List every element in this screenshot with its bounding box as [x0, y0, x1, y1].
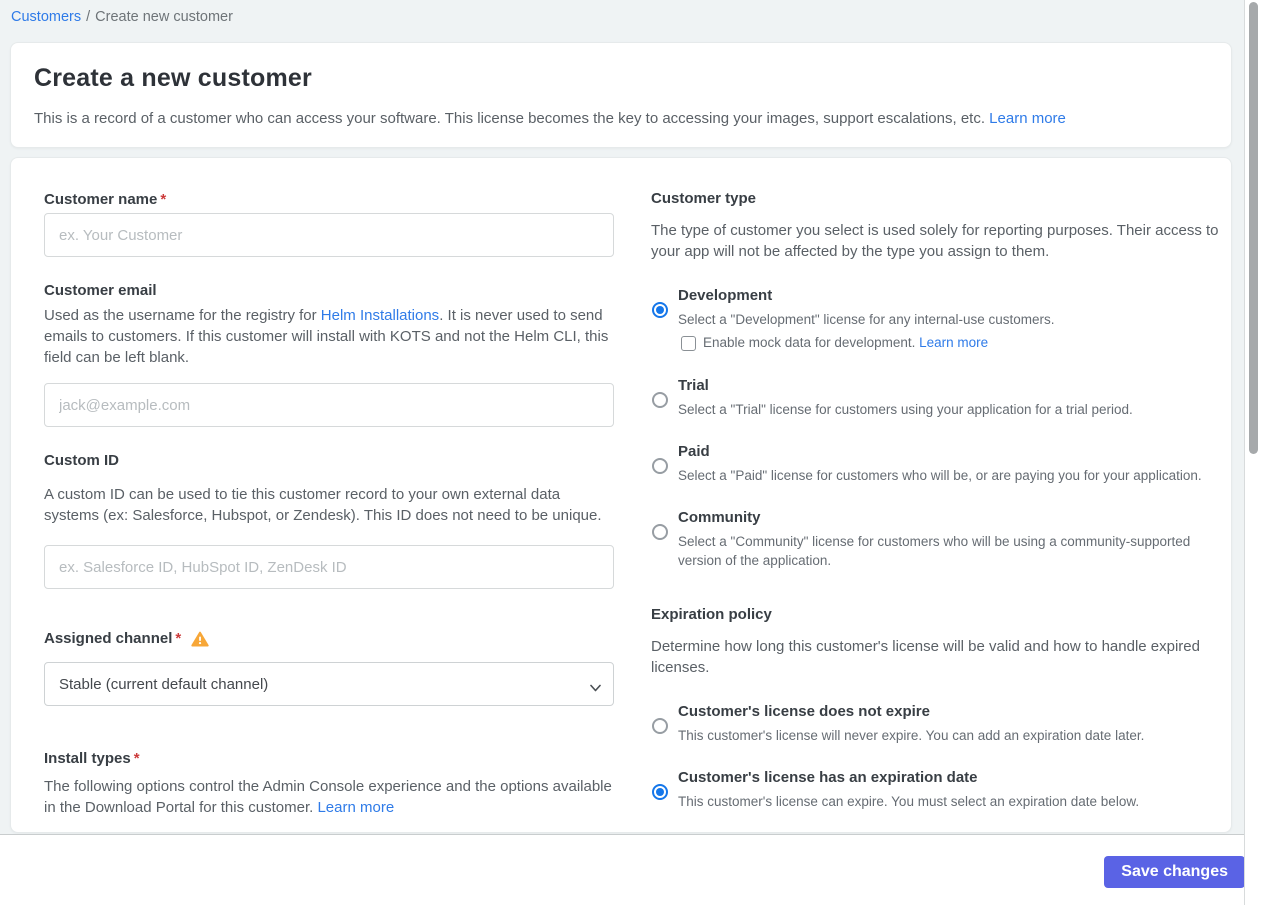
- breadcrumb-current: Create new customer: [95, 9, 233, 25]
- header-learn-more-link[interactable]: Learn more: [989, 110, 1066, 127]
- custom-id-help: A custom ID can be used to tie this cust…: [44, 486, 602, 524]
- customer-type-option-development: Development Select a "Development" licen…: [651, 287, 1227, 352]
- page: Customers / Create new customer Create a n…: [0, 0, 1263, 905]
- customer-email-help-before: Used as the username for the registry fo…: [44, 307, 321, 324]
- assigned-channel-select-wrap: Stable (current default channel): [44, 662, 614, 706]
- install-types-label: Install types *: [44, 750, 616, 768]
- customer-type-description: The type of customer you select is used …: [651, 222, 1219, 260]
- customer-name-input[interactable]: [44, 213, 614, 257]
- assigned-channel-label: Assigned channel *: [44, 630, 616, 648]
- warning-icon: [191, 631, 209, 647]
- helm-installations-link[interactable]: Helm Installations: [321, 307, 439, 324]
- community-option-title[interactable]: Community: [678, 509, 1227, 527]
- custom-id-label: Custom ID: [44, 452, 119, 469]
- customer-type-option-community: Community Select a "Community" license f…: [651, 509, 1227, 570]
- customer-name-label-text: Customer name: [44, 191, 158, 208]
- paid-option-description: Select a "Paid" license for customers wh…: [678, 468, 1202, 483]
- customer-type-option-paid: Paid Select a "Paid" license for custome…: [651, 443, 1227, 485]
- install-types-help: The following options control the Admin …: [44, 776, 616, 818]
- has-expiration-option-title[interactable]: Customer's license has an expiration dat…: [678, 769, 1227, 787]
- breadcrumb: Customers / Create new customer: [11, 9, 233, 25]
- scrollbar-thumb[interactable]: [1249, 2, 1258, 454]
- form-right-column: Customer type The type of customer you s…: [651, 158, 1227, 811]
- has-expiration-radio[interactable]: [652, 784, 668, 800]
- save-changes-button[interactable]: Save changes: [1104, 856, 1245, 888]
- mock-data-learn-more-link[interactable]: Learn more: [919, 335, 988, 350]
- breadcrumb-customers-link[interactable]: Customers: [11, 9, 81, 25]
- page-subtitle-text: This is a record of a customer who can a…: [34, 110, 985, 127]
- scrollbar-track[interactable]: [1244, 0, 1263, 905]
- mock-data-checkbox-row: Enable mock data for development. Learn …: [678, 334, 1227, 352]
- expiration-policy-heading: Expiration policy: [651, 606, 772, 623]
- install-types-label-text: Install types: [44, 750, 131, 767]
- footer-bar: Save changes: [0, 834, 1263, 905]
- no-expire-option-description: This customer's license will never expir…: [678, 728, 1145, 743]
- community-option-description: Select a "Community" license for custome…: [678, 534, 1191, 568]
- trial-option-title[interactable]: Trial: [678, 377, 1227, 395]
- has-expiration-option-description: This customer's license can expire. You …: [678, 794, 1140, 809]
- header-card: Create a new customer This is a record o…: [10, 42, 1232, 148]
- assigned-channel-label-text: Assigned channel: [44, 630, 173, 647]
- mock-data-checkbox-label-text: Enable mock data for development.: [703, 335, 916, 350]
- mock-data-checkbox[interactable]: [681, 335, 696, 351]
- customer-email-label: Customer email: [44, 282, 157, 299]
- trial-radio[interactable]: [652, 392, 668, 408]
- expiration-option-no-expire: Customer's license does not expire This …: [651, 703, 1227, 745]
- form-card: Customer name* Customer email Used as th…: [10, 157, 1232, 833]
- development-option-title[interactable]: Development: [678, 287, 1227, 305]
- customer-type-option-trial: Trial Select a "Trial" license for custo…: [651, 377, 1227, 419]
- development-radio[interactable]: [652, 302, 668, 318]
- trial-option-description: Select a "Trial" license for customers u…: [678, 402, 1133, 417]
- expiration-policy-description: Determine how long this customer's licen…: [651, 638, 1200, 676]
- development-option-description: Select a "Development" license for any i…: [678, 312, 1055, 327]
- install-types-required-asterisk: *: [133, 750, 140, 767]
- assigned-channel-required-asterisk: *: [175, 630, 182, 647]
- no-expire-radio[interactable]: [652, 718, 668, 734]
- no-expire-option-title[interactable]: Customer's license does not expire: [678, 703, 1227, 721]
- paid-radio[interactable]: [652, 458, 668, 474]
- customer-email-help: Used as the username for the registry fo…: [44, 305, 616, 368]
- paid-option-title[interactable]: Paid: [678, 443, 1227, 461]
- install-types-learn-more-link[interactable]: Learn more: [317, 799, 394, 816]
- page-title: Create a new customer: [34, 64, 312, 92]
- customer-name-required-asterisk: *: [160, 191, 167, 208]
- customer-name-label: Customer name *: [44, 191, 616, 209]
- customer-email-input[interactable]: [44, 383, 614, 427]
- form-left-column: Customer name* Customer email Used as th…: [44, 158, 616, 818]
- assigned-channel-select[interactable]: Stable (current default channel): [44, 662, 614, 706]
- page-subtitle: This is a record of a customer who can a…: [34, 108, 1208, 129]
- expiration-option-has-date: Customer's license has an expiration dat…: [651, 769, 1227, 811]
- customer-type-heading: Customer type: [651, 190, 757, 207]
- breadcrumb-separator: /: [86, 9, 91, 25]
- custom-id-input[interactable]: [44, 545, 614, 589]
- community-radio[interactable]: [652, 524, 668, 540]
- mock-data-checkbox-label[interactable]: Enable mock data for development. Learn …: [703, 334, 988, 352]
